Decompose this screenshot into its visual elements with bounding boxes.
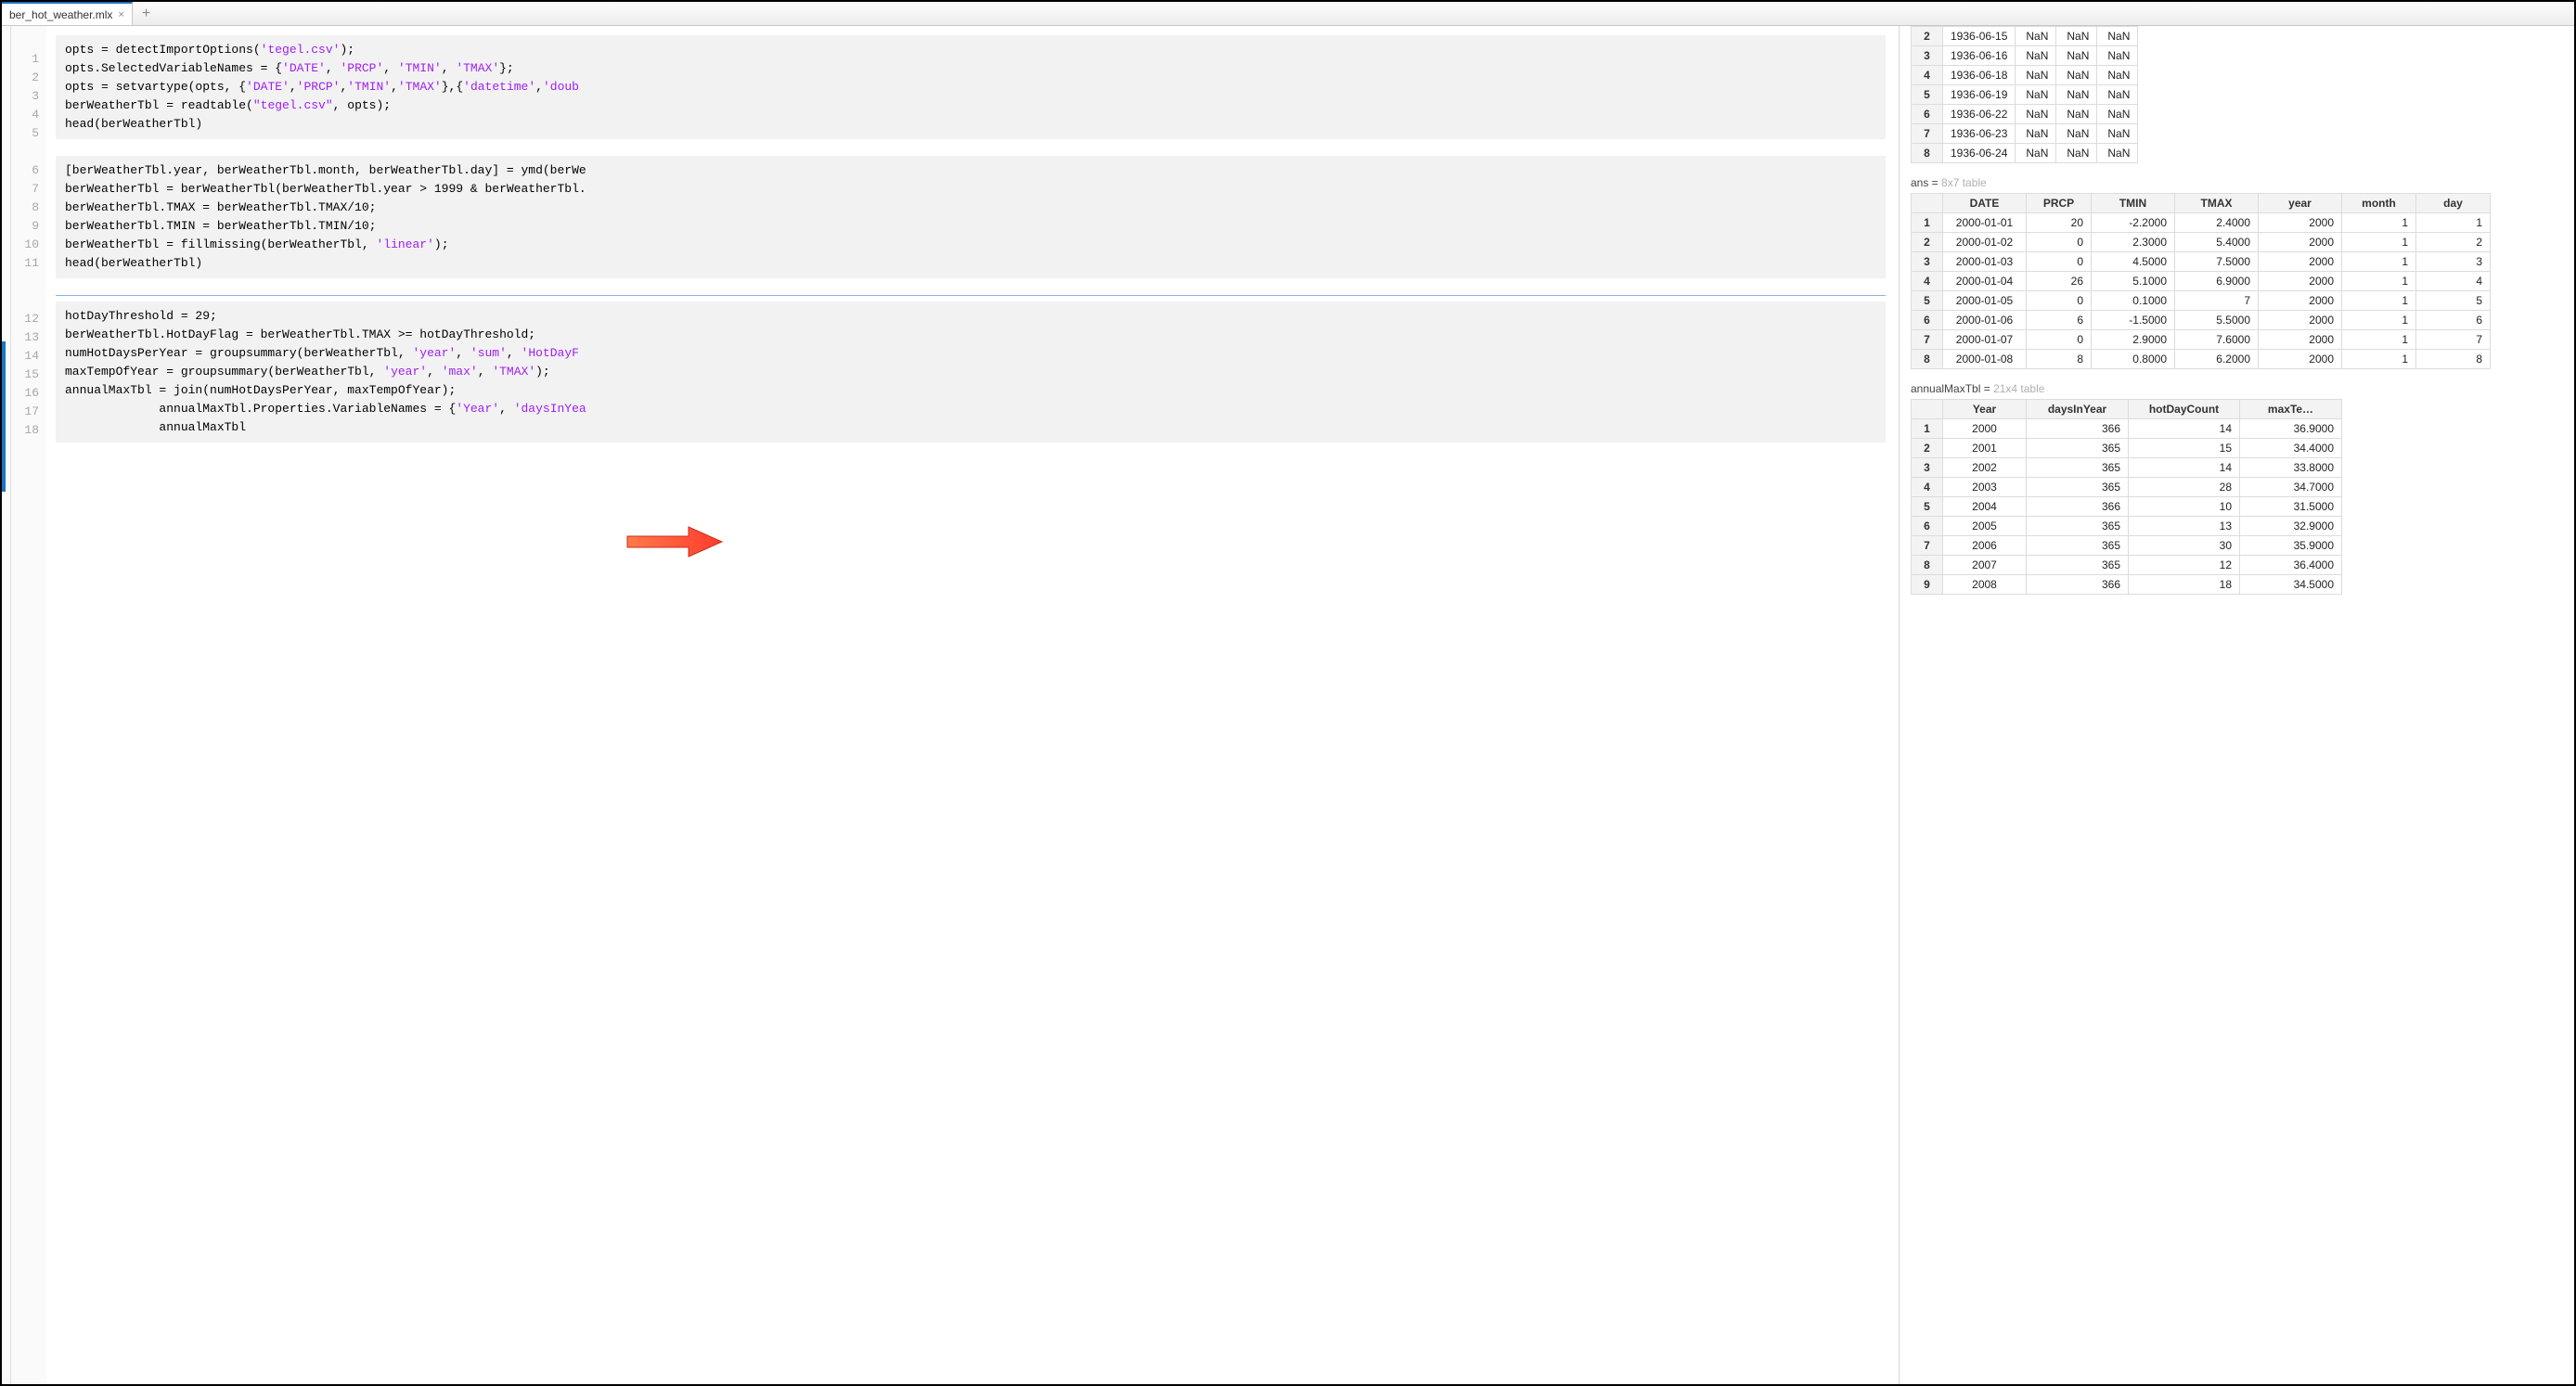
tab-bar: ber_hot_weather.mlx × +	[2, 2, 2574, 26]
table-row[interactable]: 520043661031.5000	[1912, 497, 2342, 517]
column-header[interactable]: year	[2259, 194, 2342, 213]
main-split: 123456789101112131415161718 opts = detec…	[2, 26, 2574, 1384]
table-row[interactable]: 31936-06-16NaNNaNNaN	[1912, 46, 2138, 66]
add-tab-button[interactable]: +	[133, 2, 160, 25]
line-number: 11	[11, 254, 46, 273]
line-number: 10	[11, 236, 46, 254]
tab-filename: ber_hot_weather.mlx	[9, 8, 112, 21]
table-row[interactable]: 820073651236.4000	[1912, 556, 2342, 575]
line-number: 15	[11, 366, 46, 384]
column-header[interactable]: month	[2342, 194, 2416, 213]
column-header[interactable]: PRCP	[2027, 194, 2092, 213]
table-row[interactable]: 41936-06-18NaNNaNNaN	[1912, 66, 2138, 85]
line-number: 13	[11, 328, 46, 347]
close-icon[interactable]: ×	[118, 9, 123, 20]
line-gutter: 123456789101112131415161718	[11, 26, 46, 1384]
line-number: 8	[11, 199, 46, 217]
table-row[interactable]: 82000-01-0880.80006.2000200018	[1912, 350, 2491, 369]
output-table-1[interactable]: 21936-06-15NaNNaNNaN31936-06-16NaNNaNNaN…	[1911, 26, 2138, 163]
table-row[interactable]: 81936-06-24NaNNaNNaN	[1912, 144, 2138, 163]
column-header[interactable]: TMAX	[2175, 194, 2259, 213]
table-row[interactable]: 21936-06-15NaNNaNNaN	[1912, 27, 2138, 46]
line-number: 17	[11, 403, 46, 421]
table-row[interactable]: 72000-01-0702.90007.6000200017	[1912, 330, 2491, 350]
app-window: ber_hot_weather.mlx × + 1234567891011121…	[0, 0, 2576, 1386]
table-row[interactable]: 920083661834.5000	[1912, 575, 2342, 595]
line-number: 14	[11, 347, 46, 366]
active-section-marker	[2, 341, 6, 492]
table-row[interactable]: 12000-01-0120-2.20002.4000200011	[1912, 213, 2491, 233]
table-row[interactable]: 120003661436.9000	[1912, 419, 2342, 439]
code-column[interactable]: opts = detectImportOptions('tegel.csv');…	[46, 26, 1899, 1384]
table-row[interactable]: 22000-01-0202.30005.4000200012	[1912, 233, 2491, 252]
margin-strip	[2, 26, 11, 1384]
line-number: 4	[11, 106, 46, 124]
column-header[interactable]: daysInYear	[2027, 400, 2129, 419]
table-row[interactable]: 420033652834.7000	[1912, 478, 2342, 497]
column-header[interactable]: hotDayCount	[2129, 400, 2240, 419]
output-table-3[interactable]: YeardaysInYearhotDayCountmaxTe…120003661…	[1911, 399, 2342, 595]
code-block-3[interactable]: hotDayThreshold = 29; berWeatherTbl.HotD…	[56, 302, 1886, 443]
column-header[interactable]: Year	[1943, 400, 2027, 419]
line-number: 5	[11, 124, 46, 143]
line-number: 1	[11, 50, 46, 69]
table-row[interactable]: 620053651332.9000	[1912, 517, 2342, 536]
column-header[interactable]: day	[2416, 194, 2491, 213]
column-header[interactable]	[1912, 194, 1943, 213]
output-label-annual: annualMaxTbl = 21x4 table	[1911, 382, 2563, 395]
editor-pane: 123456789101112131415161718 opts = detec…	[2, 26, 1899, 1384]
column-header[interactable]: DATE	[1943, 194, 2027, 213]
column-header[interactable]: TMIN	[2092, 194, 2175, 213]
line-number: 12	[11, 310, 46, 328]
line-number: 16	[11, 384, 46, 403]
table-row[interactable]: 720063653035.9000	[1912, 536, 2342, 556]
table-row[interactable]: 32000-01-0304.50007.5000200013	[1912, 252, 2491, 272]
table-row[interactable]: 62000-01-066-1.50005.5000200016	[1912, 311, 2491, 330]
code-block-2[interactable]: [berWeatherTbl.year, berWeatherTbl.month…	[56, 156, 1886, 278]
table-row[interactable]: 51936-06-19NaNNaNNaN	[1912, 85, 2138, 105]
column-header[interactable]	[1912, 400, 1943, 419]
section-divider	[56, 295, 1886, 296]
table-row[interactable]: 42000-01-04265.10006.9000200014	[1912, 272, 2491, 291]
output-pane: 21936-06-15NaNNaNNaN31936-06-16NaNNaNNaN…	[1899, 26, 2574, 1384]
line-number: 6	[11, 161, 46, 180]
table-row[interactable]: 320023651433.8000	[1912, 458, 2342, 478]
table-row[interactable]: 220013651534.4000	[1912, 439, 2342, 458]
file-tab[interactable]: ber_hot_weather.mlx ×	[2, 2, 133, 25]
line-number: 18	[11, 421, 46, 440]
output-table-2[interactable]: DATEPRCPTMINTMAXyearmonthday12000-01-012…	[1911, 193, 2491, 369]
table-row[interactable]: 71936-06-23NaNNaNNaN	[1912, 124, 2138, 144]
table-row[interactable]: 52000-01-0500.10007200015	[1912, 291, 2491, 311]
line-number: 3	[11, 87, 46, 106]
column-header[interactable]: maxTe…	[2240, 400, 2342, 419]
line-number: 7	[11, 180, 46, 199]
line-number: 2	[11, 69, 46, 87]
line-number: 9	[11, 217, 46, 236]
table-row[interactable]: 61936-06-22NaNNaNNaN	[1912, 105, 2138, 124]
code-block-1[interactable]: opts = detectImportOptions('tegel.csv');…	[56, 35, 1886, 139]
output-label-ans: ans = 8x7 table	[1911, 176, 2563, 189]
